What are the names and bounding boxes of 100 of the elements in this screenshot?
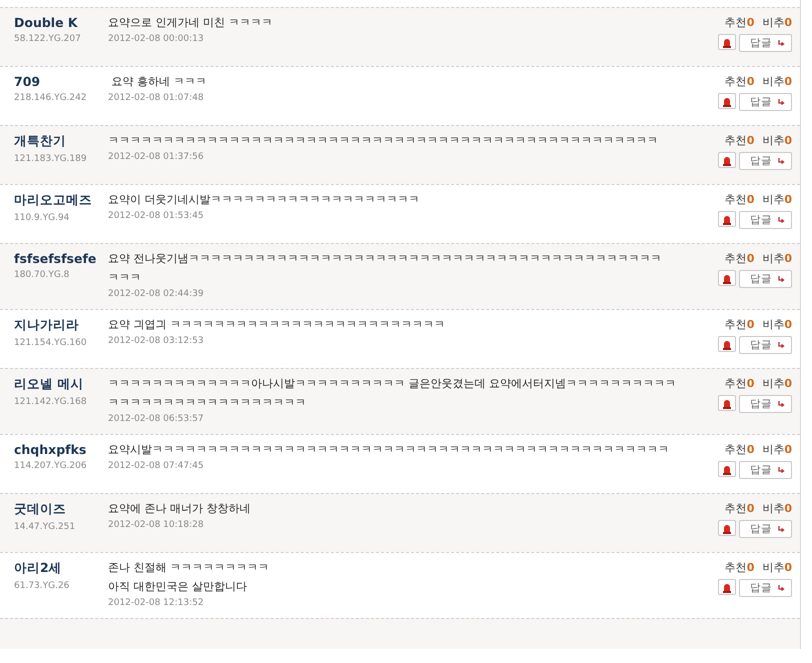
comment-date: 2012-02-08 02:44:39 <box>108 289 205 299</box>
reply-button[interactable]: 답글 <box>739 152 792 170</box>
siren-icon <box>722 272 732 284</box>
recommend-count[interactable]: 추천0 <box>724 376 754 391</box>
recommend-count[interactable]: 추천0 <box>724 251 754 266</box>
comment-text: 요약시발ㅋㅋㅋㅋㅋㅋㅋㅋㅋㅋㅋㅋㅋㅋㅋㅋㅋㅋㅋㅋㅋㅋㅋㅋㅋㅋㅋㅋㅋㅋㅋㅋㅋㅋㅋㅋㅋㅋㅋㅋㅋㅋㅋㅋㅋㅋㅋ <box>108 442 670 457</box>
reply-button[interactable]: 답글 <box>739 34 792 52</box>
reply-button[interactable]: 답글 <box>739 579 792 597</box>
dislike-count[interactable]: 비추0 <box>762 251 792 266</box>
dislike-count[interactable]: 비추0 <box>762 192 792 207</box>
ip-address: 58.122.YG.207 <box>14 34 82 44</box>
arrow-icon <box>778 466 785 474</box>
report-button[interactable] <box>718 336 736 352</box>
comment-text: ㅋㅋㅋㅋㅋㅋㅋㅋㅋㅋㅋㅋㅋㅋㅋㅋㅋㅋ <box>108 395 307 410</box>
dislike-count[interactable]: 비추0 <box>762 501 792 516</box>
comment-date: 2012-02-08 06:53:57 <box>108 414 205 424</box>
dislike-count[interactable]: 비추0 <box>762 133 792 148</box>
dislike-count[interactable]: 비추0 <box>762 317 792 332</box>
ip-address: 61.73.YG.26 <box>14 581 70 591</box>
siren-icon <box>722 398 732 408</box>
siren-icon <box>722 338 732 350</box>
siren-icon <box>722 214 732 224</box>
comment-text: 요약으로 인게가네 미친 ㅋㅋㅋㅋ <box>108 15 274 30</box>
comment-date: 2012-02-08 01:53:45 <box>108 211 205 221</box>
comment-text: ㅋㅋㅋㅋㅋㅋㅋㅋㅋㅋㅋㅋㅋ아나시발ㅋㅋㅋㅋㅋㅋㅋㅋㅋㅋ 글은안웃겼는데 요약에서터지넴ㅋㅋㅋㅋㅋㅋㅋㅋㅋㅋ <box>108 376 677 391</box>
report-button[interactable] <box>718 93 736 109</box>
siren-icon <box>722 522 732 534</box>
arrow-icon <box>778 342 785 348</box>
recommend-count[interactable]: 추천0 <box>724 133 754 148</box>
ip-address: 14.47.YG.251 <box>14 522 76 532</box>
arrow-icon <box>778 158 785 164</box>
dislike-count[interactable]: 비추0 <box>762 376 792 391</box>
comment-text: 요약에 존나 매너가 창창하네 <box>108 501 252 516</box>
user-name[interactable]: 굿데이즈 <box>14 501 108 518</box>
report-button[interactable] <box>718 211 736 227</box>
comment-date: 2012-02-08 00:00:13 <box>108 34 205 44</box>
user-name[interactable]: Double K <box>14 15 108 30</box>
report-button[interactable] <box>718 34 736 50</box>
siren-icon <box>722 154 732 166</box>
report-button[interactable] <box>718 579 736 595</box>
recommend-count[interactable]: 추천0 <box>724 317 754 332</box>
siren-icon <box>722 36 732 48</box>
reply-button[interactable]: 답글 <box>739 211 792 229</box>
user-name[interactable]: 지나가리라 <box>14 317 108 334</box>
ip-address: 121.154.YG.160 <box>14 338 88 348</box>
ip-address: 110.9.YG.94 <box>14 213 70 223</box>
comment-text: ㅋㅋㅋㅋㅋㅋㅋㅋㅋㅋㅋㅋㅋㅋㅋㅋㅋㅋㅋㅋㅋㅋㅋㅋㅋㅋㅋㅋㅋㅋㅋㅋㅋㅋㅋㅋㅋㅋㅋㅋㅋㅋㅋㅋㅋㅋㅋㅋㅋㅋ <box>108 133 659 148</box>
report-button[interactable] <box>718 461 736 477</box>
user-name[interactable]: fsfsefsfsefe <box>14 251 108 266</box>
arrow-icon <box>778 400 785 408</box>
recommend-count[interactable]: 추천0 <box>724 192 754 207</box>
siren-icon <box>722 582 732 592</box>
reply-button[interactable]: 답글 <box>739 93 792 111</box>
reply-button[interactable]: 답글 <box>739 395 792 413</box>
siren-icon <box>722 464 732 474</box>
comment-text: 요약이 더웃기네시발ㅋㅋㅋㅋㅋㅋㅋㅋㅋㅋㅋㅋㅋㅋㅋㅋㅋㅋㅋ <box>108 192 420 207</box>
reply-button[interactable]: 답글 <box>739 461 792 479</box>
siren-icon <box>722 96 732 106</box>
comment-text: 요약 흥하네 ㅋㅋㅋ <box>110 74 208 89</box>
arrow-icon <box>778 276 785 282</box>
comment-text: ㅋㅋㅋ <box>108 270 142 285</box>
dislike-count[interactable]: 비추0 <box>762 74 792 89</box>
arrow-icon <box>778 98 785 106</box>
dislike-count[interactable]: 비추0 <box>762 15 792 30</box>
comment-date: 2012-02-08 01:07:48 <box>108 93 205 103</box>
comment-date: 2012-02-08 10:18:28 <box>108 520 205 530</box>
dislike-count[interactable]: 비추0 <box>762 442 792 457</box>
ip-address: 121.183.YG.189 <box>14 154 88 164</box>
user-name[interactable]: 709 <box>14 74 108 89</box>
reply-button[interactable]: 답글 <box>739 336 792 354</box>
report-button[interactable] <box>718 395 736 411</box>
report-button[interactable] <box>718 270 736 286</box>
comment-date: 2012-02-08 01:37:56 <box>108 152 205 162</box>
recommend-count[interactable]: 추천0 <box>724 501 754 516</box>
arrow-icon <box>778 584 785 592</box>
arrow-icon <box>778 526 785 532</box>
reply-button[interactable]: 답글 <box>739 520 792 538</box>
report-button[interactable] <box>718 152 736 168</box>
ip-address: 121.142.YG.168 <box>14 397 88 407</box>
reply-button[interactable]: 답글 <box>739 270 792 288</box>
recommend-count[interactable]: 추천0 <box>724 442 754 457</box>
comment-date: 2012-02-08 12:13:52 <box>108 598 205 608</box>
comment-text: 요약 긔엽긔 ㅋㅋㅋㅋㅋㅋㅋㅋㅋㅋㅋㅋㅋㅋㅋㅋㅋㅋㅋㅋㅋㅋㅋㅋㅋ <box>108 317 446 332</box>
recommend-count[interactable]: 추천0 <box>724 560 754 575</box>
comment-date: 2012-02-08 07:47:45 <box>108 461 205 471</box>
ip-address: 114.207.YG.206 <box>14 461 88 471</box>
comment-text: 요약 전나웃기냄ㅋㅋㅋㅋㅋㅋㅋㅋㅋㅋㅋㅋㅋㅋㅋㅋㅋㅋㅋㅋㅋㅋㅋㅋㅋㅋㅋㅋㅋㅋㅋㅋㅋㅋㅋㅋㅋㅋㅋㅋㅋㅋㅋ <box>108 251 662 266</box>
user-name[interactable]: 개특찬기 <box>14 133 108 150</box>
user-name[interactable]: chqhxpfks <box>14 442 108 457</box>
user-name[interactable]: 아리2세 <box>14 560 108 577</box>
comment-text: 아직 대한민국은 살만합니다 <box>108 579 248 594</box>
report-button[interactable] <box>718 520 736 536</box>
dislike-count[interactable]: 비추0 <box>762 560 792 575</box>
arrow-icon <box>778 216 785 224</box>
comment-text: 존나 친절해 ㅋㅋㅋㅋㅋㅋㅋㅋㅋ <box>108 560 270 575</box>
recommend-count[interactable]: 추천0 <box>724 74 754 89</box>
user-name[interactable]: 리오넬 메시 <box>14 376 108 393</box>
comment-date: 2012-02-08 03:12:53 <box>108 336 205 346</box>
user-name[interactable]: 마리오고메즈 <box>14 192 108 209</box>
recommend-count[interactable]: 추천0 <box>724 15 754 30</box>
